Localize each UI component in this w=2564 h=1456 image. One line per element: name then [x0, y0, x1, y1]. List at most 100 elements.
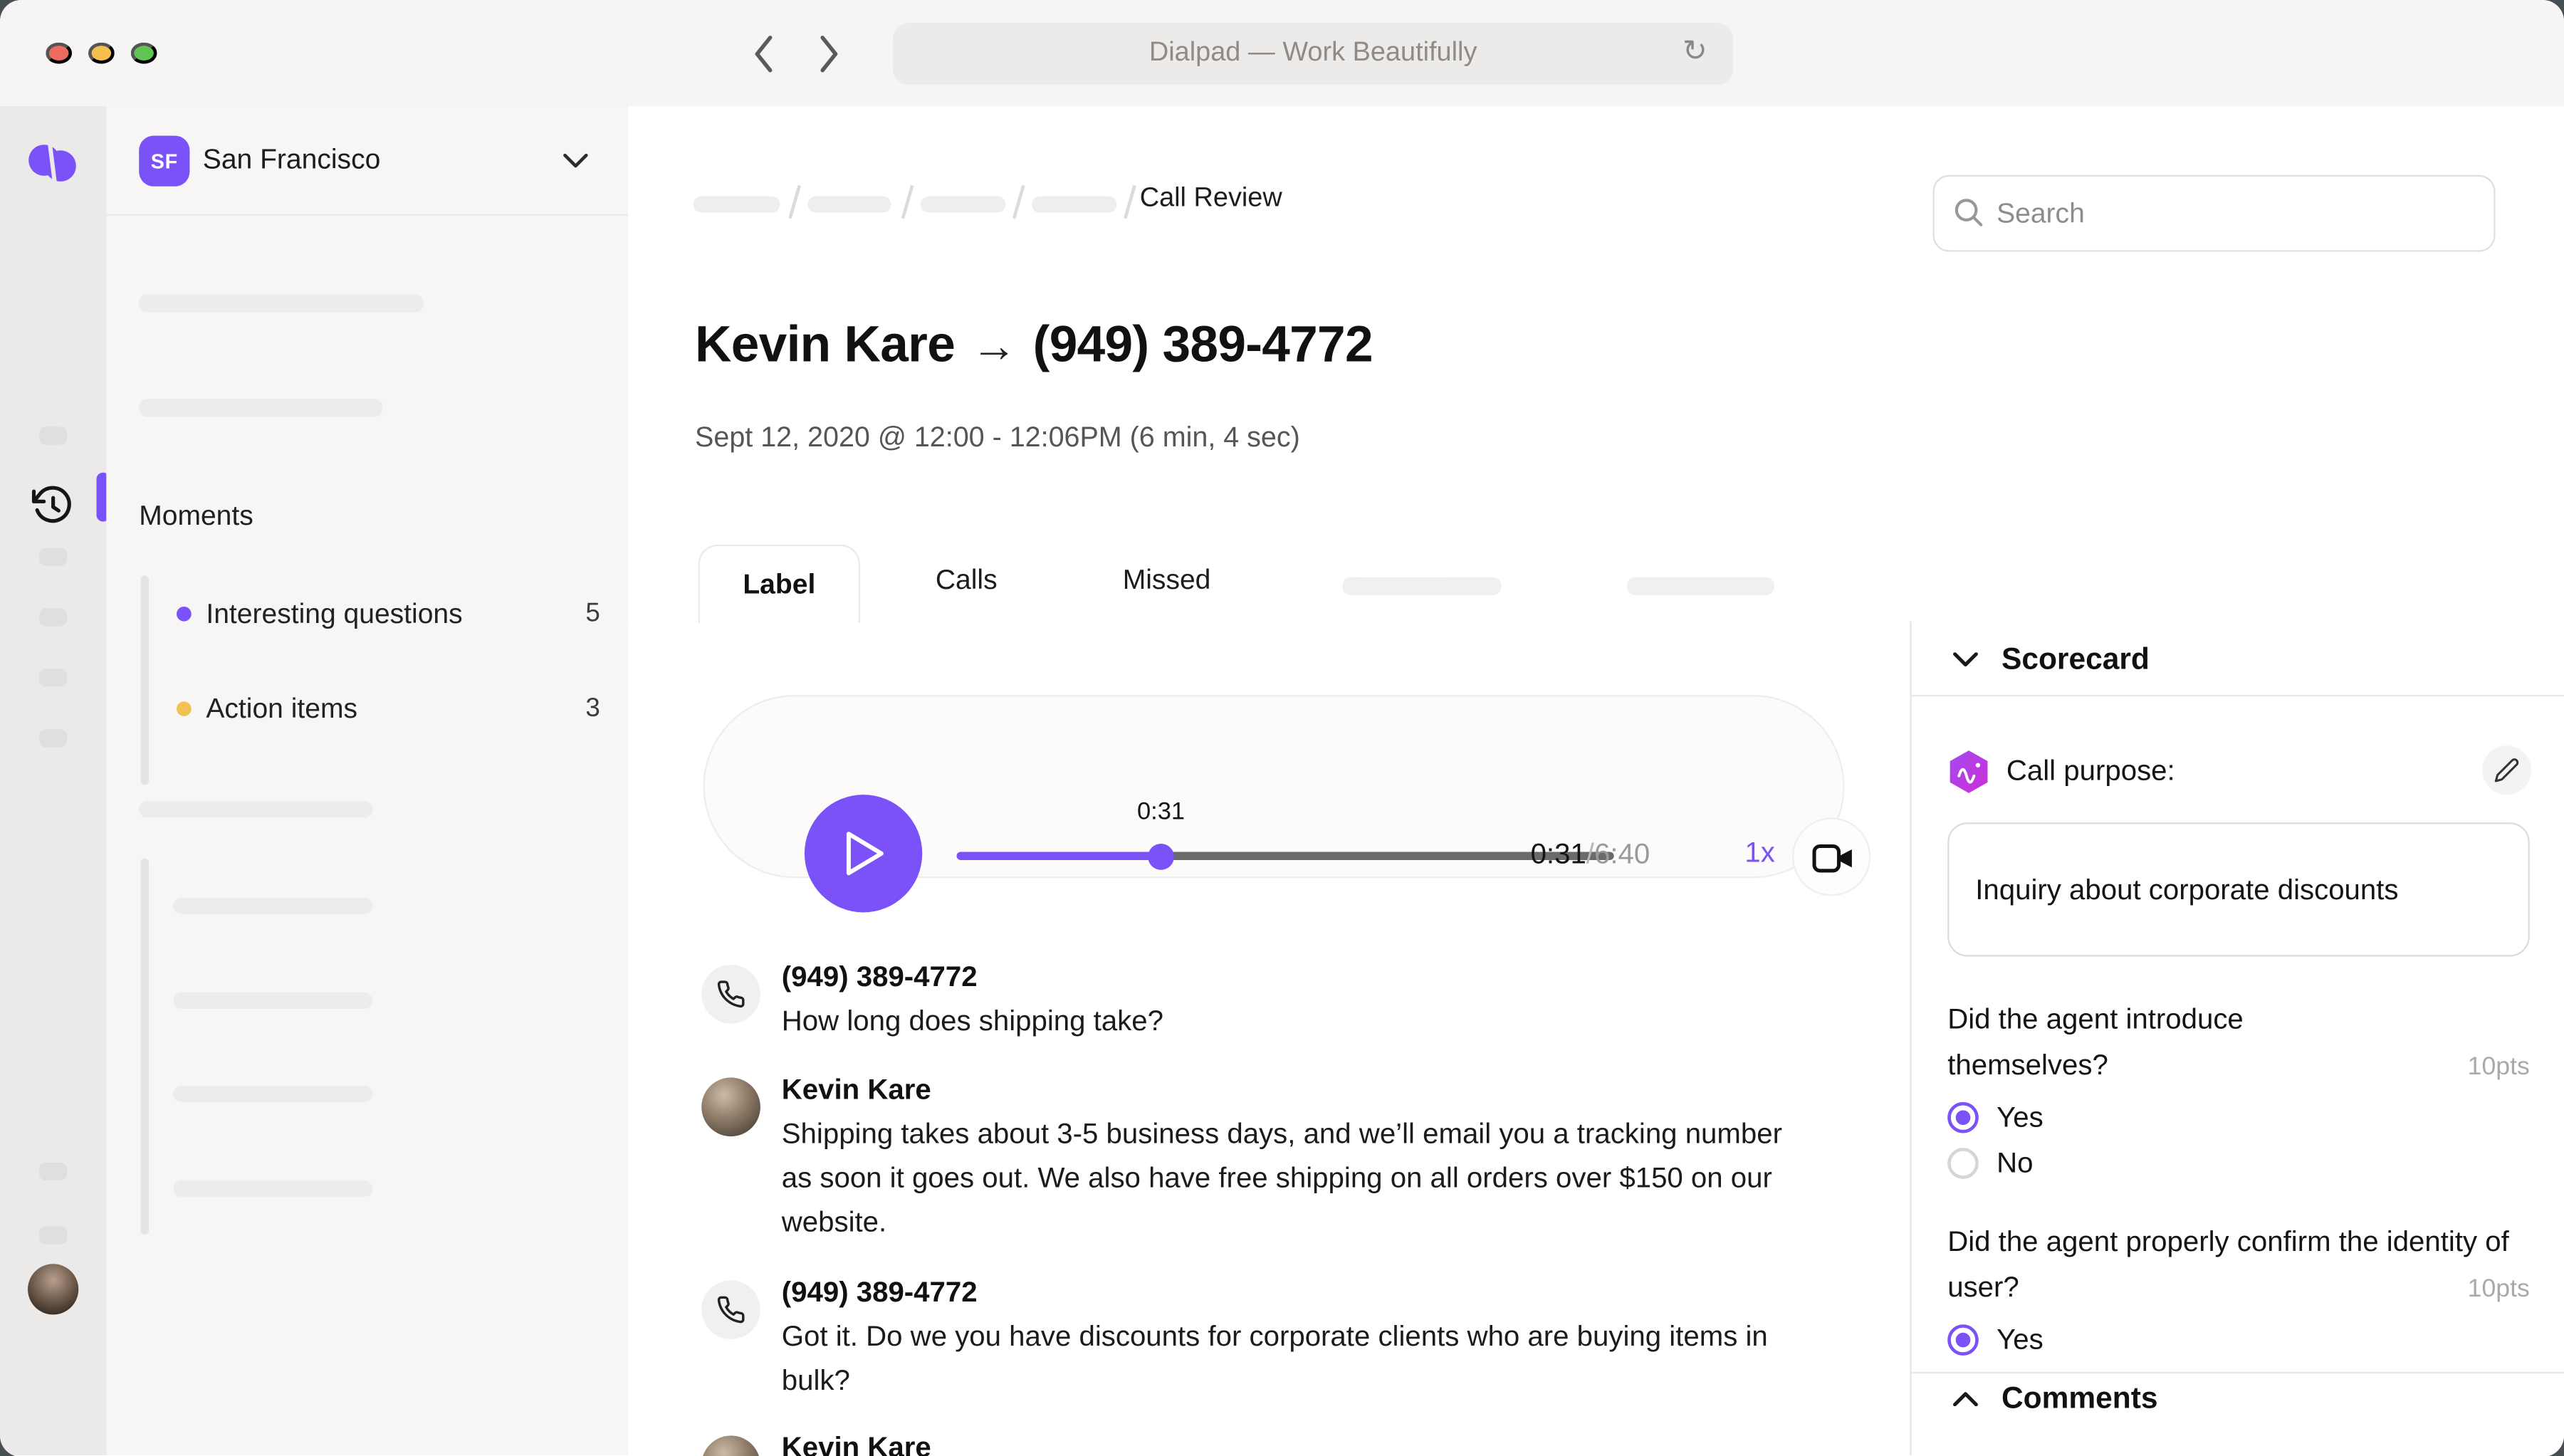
tab-missed[interactable]: Missed — [1097, 562, 1236, 599]
edit-button[interactable] — [2482, 745, 2531, 795]
call-purpose-label: Call purpose: — [2006, 754, 2175, 788]
breadcrumb-skeleton-link[interactable] — [1032, 197, 1116, 213]
transcript-entry: (949) 389-4772 How long does shipping ta… — [701, 955, 1795, 1043]
scorecard-question: Did the agent properly confirm the ident… — [1947, 1218, 2530, 1310]
address-bar[interactable]: Dialpad — Work Beautifully ↻ — [893, 23, 1733, 85]
dialpad-logo-icon — [28, 144, 78, 183]
progress-played[interactable] — [956, 852, 1161, 860]
sidebar-item-history[interactable] — [31, 484, 75, 528]
workspace-switcher[interactable]: SF San Francisco — [106, 106, 628, 216]
breadcrumb-separator — [788, 185, 801, 219]
speaker-name: Kevin Kare — [782, 1068, 1796, 1112]
refresh-icon[interactable]: ↻ — [1673, 33, 1717, 70]
progress-thumb[interactable] — [1148, 844, 1174, 870]
rail-skeleton-item — [39, 1226, 67, 1244]
tab-calls[interactable]: Calls — [909, 562, 1024, 599]
minimize-button[interactable] — [88, 43, 115, 64]
question-points: 10pts — [2468, 1053, 2530, 1082]
breadcrumb-current: Call Review — [1140, 183, 1282, 214]
call-purpose-field[interactable]: Inquiry about corporate discounts — [1947, 822, 2530, 956]
chevron-right-icon — [817, 34, 850, 73]
breadcrumb-skeleton-link[interactable] — [921, 197, 1005, 213]
chevron-down-icon — [562, 154, 589, 169]
scorecard-header: Scorecard — [1912, 622, 2564, 697]
utterance-text: Shipping takes about 3-5 business days, … — [782, 1112, 1796, 1245]
breadcrumb-separator — [901, 185, 914, 219]
breadcrumb-separator — [1124, 185, 1136, 219]
sidebar-skeleton-line — [173, 1180, 372, 1197]
chevron-up-icon[interactable] — [1952, 1391, 1979, 1406]
moment-item-action-items[interactable]: Action items 3 — [155, 687, 613, 733]
video-button[interactable] — [1792, 817, 1870, 896]
rail-skeleton-item — [39, 548, 67, 565]
chevron-down-icon[interactable] — [1952, 652, 1979, 667]
audio-player: 0:31 0:31/6:40 1x — [703, 695, 1845, 878]
question-text: Did the agent introduce themselves? — [1947, 996, 2340, 1088]
comments-title: Comments — [2002, 1380, 2158, 1416]
breadcrumb-skeleton-link[interactable] — [694, 197, 780, 213]
yellow-dot-icon — [177, 701, 192, 716]
radio-selected-icon — [1947, 1324, 1979, 1356]
tab-label[interactable]: Label — [698, 545, 860, 623]
user-avatar[interactable] — [28, 1264, 78, 1314]
time-separator: / — [1586, 837, 1594, 870]
radio-label: No — [1997, 1146, 2033, 1180]
close-button[interactable] — [46, 43, 72, 64]
rail-skeleton-item — [39, 669, 67, 686]
radio-unselected-icon — [1947, 1148, 1979, 1179]
sidebar-skeleton-track — [141, 859, 149, 1235]
breadcrumb-skeleton-link[interactable] — [807, 197, 891, 213]
moments-track — [141, 575, 149, 785]
time-display: 0:31/6:40 — [1531, 837, 1650, 871]
radio-label: Yes — [1997, 1101, 2044, 1135]
arrow-right-icon: → — [971, 320, 1017, 371]
moment-label: Action items — [206, 693, 357, 726]
sidebar-skeleton-line — [173, 1086, 372, 1102]
scorecard-panel: Scorecard Call purpose: — [1910, 622, 2564, 1455]
question-text: Did the agent properly confirm the ident… — [1947, 1218, 2530, 1310]
call-title: Kevin Kare → (949) 389-4772 — [695, 315, 1373, 375]
phone-icon — [701, 1280, 760, 1339]
search-input[interactable] — [1933, 175, 2496, 252]
workspace-name: San Francisco — [203, 144, 381, 177]
playhead-time: 0:31 — [1124, 798, 1199, 826]
callee-number: (949) 389-4772 — [1033, 315, 1373, 372]
speaker-name: Kevin Kare — [782, 1426, 1796, 1456]
back-button[interactable] — [752, 33, 785, 75]
chevron-left-icon — [752, 34, 785, 73]
fullscreen-button[interactable] — [131, 43, 157, 64]
scorecard-question: Did the agent introduce themselves? 10pt… — [1947, 996, 2530, 1088]
browser-titlebar: Dialpad — Work Beautifully ↻ — [0, 0, 2564, 108]
moment-item-interesting-questions[interactable]: Interesting questions 5 — [155, 592, 613, 637]
moment-count: 3 — [585, 695, 600, 724]
playback-speed-button[interactable]: 1x — [1735, 834, 1785, 871]
speaker-name: (949) 389-4772 — [782, 955, 1796, 999]
question-points: 10pts — [2468, 1275, 2530, 1304]
scorecard-title: Scorecard — [2002, 641, 2150, 677]
rail-skeleton-item — [39, 729, 67, 747]
speaker-name: (949) 389-4772 — [782, 1270, 1796, 1314]
moments-heading: Moments — [139, 501, 253, 533]
forward-button[interactable] — [817, 33, 850, 75]
app-window: Dialpad — Work Beautifully ↻ — [0, 0, 2564, 1456]
rail-skeleton-item — [39, 426, 67, 444]
page-title: Dialpad — Work Beautifully — [893, 38, 1733, 69]
avatar — [701, 1435, 760, 1456]
tab-skeleton — [1342, 577, 1501, 595]
search-box — [1933, 175, 2496, 252]
sidebar-skeleton-line — [139, 801, 372, 817]
total-duration: 6:40 — [1594, 837, 1650, 870]
avatar — [701, 1077, 760, 1136]
caller-name: Kevin Kare — [695, 315, 955, 372]
radio-selected-icon — [1947, 1102, 1979, 1133]
play-button[interactable] — [805, 795, 922, 912]
purple-dot-icon — [177, 607, 192, 622]
ai-icon — [1947, 749, 1990, 795]
icon-rail — [0, 106, 108, 1455]
call-datetime: Sept 12, 2020 @ 12:00 - 12:06PM (6 min, … — [695, 420, 1300, 454]
elapsed-time: 0:31 — [1531, 837, 1586, 870]
sidebar-skeleton-line — [173, 898, 372, 914]
moment-count: 5 — [585, 600, 600, 629]
history-icon — [31, 484, 75, 528]
workspace-badge: SF — [139, 136, 189, 187]
